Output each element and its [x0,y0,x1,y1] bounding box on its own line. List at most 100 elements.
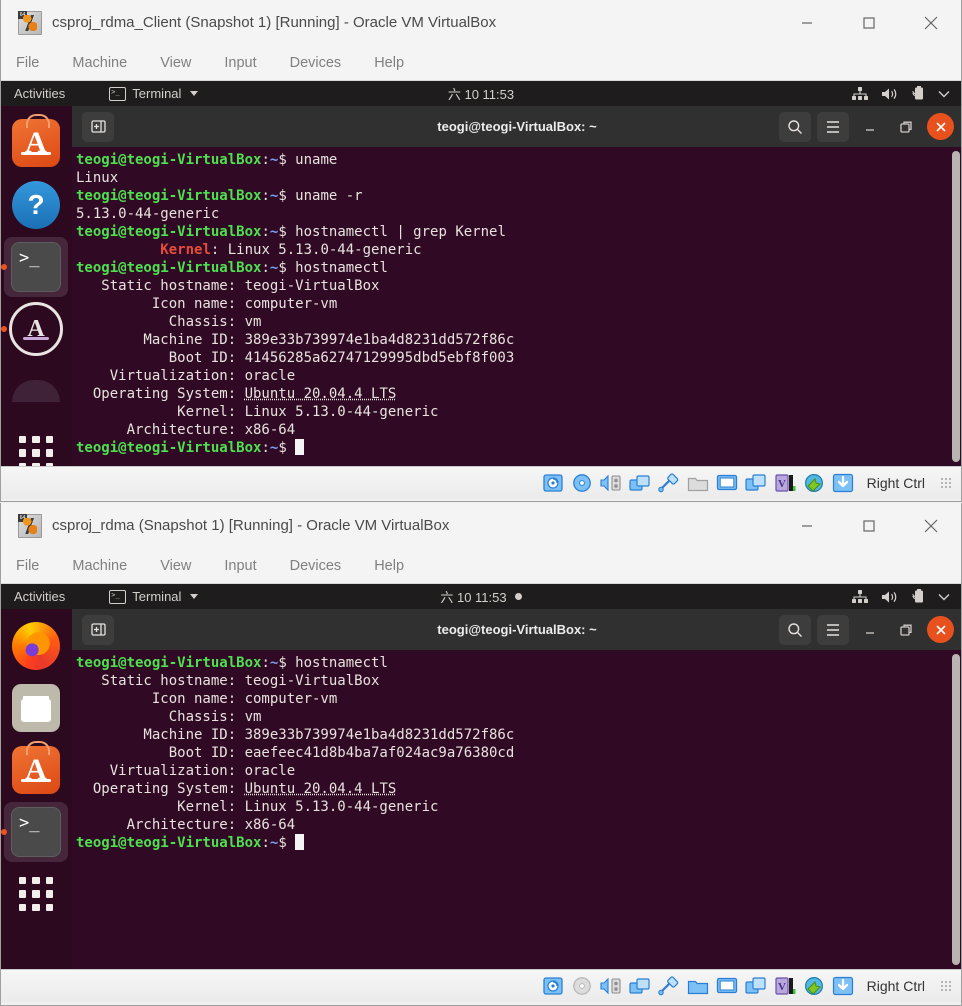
guest-additions-icon[interactable] [832,976,854,996]
optical-disk-icon[interactable] [571,473,593,493]
dock-item-show-applications[interactable] [4,423,68,466]
system-tray[interactable] [852,589,950,604]
menu-item-devices[interactable]: Devices [290,55,342,71]
audio-icon[interactable] [600,473,622,493]
ubuntu-dock[interactable]: A >_ [0,609,73,969]
window-controls[interactable] [776,0,962,45]
gnome-top-panel[interactable]: ActivitiesTerminal六 10 11:53 [0,584,962,609]
close-button[interactable] [900,0,962,45]
virtualbox-window-1[interactable]: 64 csproj_rdma_Client (Snapshot 1) [Runni… [0,0,962,502]
terminal-minimize-button[interactable] [855,112,885,142]
terminal-close-button[interactable] [927,616,954,643]
terminal-output-area[interactable]: teogi@teogi-VirtualBox:~$ hostnamectl St… [72,650,962,969]
terminal-minimize-button[interactable] [855,615,885,645]
network-icon[interactable] [852,86,868,101]
terminal-menu-button[interactable] [817,614,849,645]
menu-item-devices[interactable]: Devices [290,558,342,574]
dock-item-terminal[interactable]: >_ [4,237,68,297]
menu-item-input[interactable]: Input [224,558,256,574]
clock-button[interactable]: 六 10 11:53 [0,84,962,103]
vbox-status-bar[interactable]: V Right Ctrl [0,969,962,1002]
remote-desktop-icon[interactable] [745,976,767,996]
terminal-output-area[interactable]: teogi@teogi-VirtualBox:~$ uname Linux te… [72,147,962,466]
audio-icon[interactable] [600,976,622,996]
virtualbox-window-2[interactable]: 64 csproj_rdma (Snapshot 1) [Running] - O… [0,503,962,1006]
volume-icon[interactable] [881,87,898,101]
maximize-button[interactable] [838,503,900,548]
dock-item-terminal[interactable]: >_ [4,802,68,862]
system-tray[interactable] [852,86,950,101]
new-tab-button[interactable] [82,614,114,645]
gnome-terminal-window[interactable]: teogi@teogi-VirtualBox: ~ teogi@teogi-Vir… [72,106,962,466]
video-capture-icon[interactable]: V [774,976,796,996]
terminal-headerbar[interactable]: teogi@teogi-VirtualBox: ~ [72,106,962,147]
hard-disk-icon[interactable] [542,976,564,996]
menu-item-help[interactable]: Help [374,558,404,574]
window-titlebar[interactable]: 64 csproj_rdma (Snapshot 1) [Running] - O… [0,503,962,548]
dock-item-files[interactable] [4,678,68,738]
display-icon[interactable] [716,976,738,996]
dock-item-ubuntu-software[interactable]: A [4,113,68,173]
maximize-button[interactable] [838,0,900,45]
dock-item-help[interactable]: ? [4,175,68,235]
dock-item-firefox[interactable] [4,616,68,676]
network-adapter-icon[interactable] [629,976,651,996]
menu-item-file[interactable]: File [16,55,39,71]
shared-folders-icon[interactable] [687,976,709,996]
shared-folders-icon[interactable] [687,473,709,493]
battery-icon[interactable] [911,589,925,604]
display-icon[interactable] [716,473,738,493]
video-capture-icon[interactable]: V [774,473,796,493]
menu-item-view[interactable]: View [160,55,191,71]
dock-item-partial-app[interactable] [4,361,68,421]
clock-button[interactable]: 六 10 11:53 [0,587,962,606]
window-controls[interactable] [776,503,962,548]
network-icon[interactable] [852,589,868,604]
menu-item-machine[interactable]: Machine [72,55,127,71]
mouse-integration-icon[interactable] [803,976,825,996]
volume-icon[interactable] [881,590,898,604]
terminal-scrollbar[interactable] [952,654,960,965]
guest-additions-icon[interactable] [832,473,854,493]
terminal-restore-button[interactable] [891,112,921,142]
new-tab-button[interactable] [82,111,114,142]
close-button[interactable] [900,503,962,548]
vbox-status-bar[interactable]: V Right Ctrl [0,466,962,499]
vm-screen[interactable]: ActivitiesTerminal六 10 11:53A>_teogi@teo… [0,584,962,969]
search-button[interactable] [779,111,811,142]
mouse-integration-icon[interactable] [803,473,825,493]
resize-grip[interactable] [940,477,952,489]
terminal-headerbar[interactable]: teogi@teogi-VirtualBox: ~ [72,609,962,650]
dock-item-ubuntu-installer[interactable]: A [4,299,68,359]
gnome-terminal-window[interactable]: teogi@teogi-VirtualBox: ~ teogi@teogi-Vir… [72,609,962,969]
chevron-down-icon[interactable] [938,593,950,601]
menu-item-view[interactable]: View [160,558,191,574]
network-adapter-icon[interactable] [629,473,651,493]
vm-screen[interactable]: ActivitiesTerminal六 10 11:53 A? >_ Ateogi@t… [0,81,962,466]
window-titlebar[interactable]: 64 csproj_rdma_Client (Snapshot 1) [Runni… [0,0,962,45]
ubuntu-dock[interactable]: A? >_ A [0,106,73,466]
minimize-button[interactable] [776,503,838,548]
terminal-menu-button[interactable] [817,111,849,142]
optical-disk-icon[interactable] [571,976,593,996]
hard-disk-icon[interactable] [542,473,564,493]
menu-item-file[interactable]: File [16,558,39,574]
usb-icon[interactable] [657,473,680,493]
gnome-top-panel[interactable]: ActivitiesTerminal六 10 11:53 [0,81,962,106]
dock-item-show-applications[interactable] [4,864,68,924]
search-button[interactable] [779,614,811,645]
battery-icon[interactable] [911,86,925,101]
minimize-button[interactable] [776,0,838,45]
menu-item-machine[interactable]: Machine [72,558,127,574]
resize-grip[interactable] [940,980,952,992]
menu-item-input[interactable]: Input [224,55,256,71]
menu-item-help[interactable]: Help [374,55,404,71]
usb-icon[interactable] [657,976,680,996]
chevron-down-icon[interactable] [938,90,950,98]
terminal-restore-button[interactable] [891,615,921,645]
dock-item-ubuntu-software[interactable]: A [4,740,68,800]
remote-desktop-icon[interactable] [745,473,767,493]
terminal-scrollbar[interactable] [952,151,960,462]
terminal-close-button[interactable] [927,113,954,140]
vbox-menubar[interactable]: File Machine View Input Devices Help [0,45,962,81]
